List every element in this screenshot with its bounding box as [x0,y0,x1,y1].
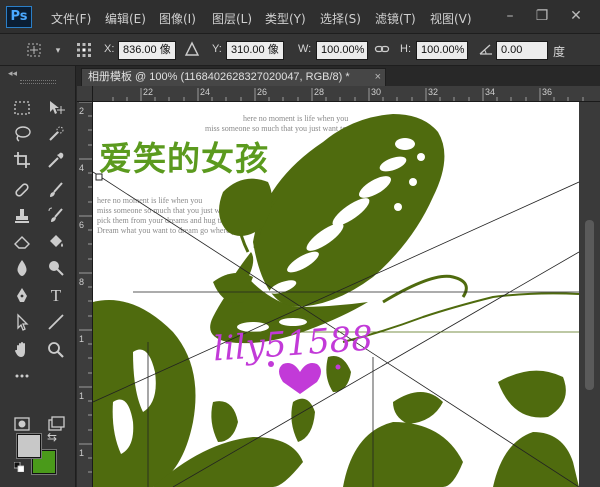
butterfly-artwork [93,114,579,487]
zoom-tool-icon[interactable] [44,338,68,362]
horizontal-ruler-ticks [112,88,584,101]
document-tab-bar: 相册模板 @ 100% (1168402628327020047, RGB/8)… [77,66,600,86]
paint-bucket-tool-icon[interactable] [44,230,68,254]
restore-button[interactable]: ❐ [532,6,552,26]
close-tab-icon[interactable]: × [375,69,381,85]
minimize-button[interactable]: – [500,6,520,26]
vertical-ruler-ticks [79,102,92,473]
clone-stamp-tool-icon[interactable] [10,204,34,228]
panel-grip[interactable] [20,80,56,84]
ruler-top-label: 36 [542,87,553,97]
preset-dropdown-icon[interactable]: ▾ [48,41,68,61]
document-canvas[interactable]: here no moment is life when you miss som… [93,102,579,487]
type-tool-icon[interactable]: T [44,284,68,308]
x-label: X: [104,43,115,55]
healing-brush-tool-icon[interactable] [10,178,34,202]
reference-point-icon[interactable] [74,41,94,61]
h-label: H: [400,43,411,55]
ruler-left-label: 2 [79,106,85,116]
menu-filter[interactable]: 滤镜(T) [375,10,416,27]
brush-tool-icon[interactable] [44,178,68,202]
quick-mask-icon[interactable] [10,412,34,436]
x-field[interactable]: 836.00 像 [118,41,176,60]
menu-select[interactable]: 选择(S) [320,10,361,27]
pen-tool-icon[interactable] [10,284,34,308]
ruler-left-label: 8 [79,277,85,287]
document-tab[interactable]: 相册模板 @ 100% (1168402628327020047, RGB/8)… [81,68,386,86]
menu-type[interactable]: 类型(Y) [265,10,306,27]
ruler-top-label: 32 [428,87,439,97]
ruler-top-label: 30 [371,87,382,97]
dodge-tool-icon[interactable] [44,256,68,280]
ruler-top-label: 34 [485,87,496,97]
default-colors-icon[interactable] [14,462,24,472]
menu-view[interactable]: 视图(V) [430,10,472,27]
hand-tool-icon[interactable] [10,338,34,362]
collapse-panel-icon[interactable]: ◂◂ [8,69,17,79]
lasso-tool-icon[interactable] [10,122,34,146]
options-bar: ▾ X: 836.00 像 Y: 310.00 像 W: 100.00% H: … [0,34,600,66]
rotate-field[interactable]: 0.00 [496,41,548,60]
menu-layer[interactable]: 图层(L) [212,10,252,27]
link-icon[interactable] [372,41,392,61]
y-label: Y: [212,43,222,55]
crop-tool-icon[interactable] [10,148,34,172]
rotate-angle-icon [476,41,496,61]
menu-edit[interactable]: 编辑(E) [105,10,146,27]
horizontal-ruler[interactable]: 22 24 26 28 30 32 34 36 [93,86,600,102]
vertical-scrollbar[interactable] [579,102,600,487]
ruler-top-label: 22 [143,87,154,97]
eyedropper-tool-icon[interactable] [44,148,68,172]
quick-selection-tool-icon[interactable] [44,122,68,146]
document-tab-title: 相册模板 @ 100% (1168402628327020047, RGB/8)… [88,71,350,83]
ruler-top-label: 26 [257,87,268,97]
w-label: W: [298,43,312,55]
move-tool-icon[interactable] [44,96,68,120]
menu-file[interactable]: 文件(F) [51,10,91,27]
ruler-top-label: 28 [314,87,325,97]
ruler-left-label: 1 [79,334,85,344]
close-button[interactable]: ✕ [566,6,586,26]
photoshop-logo: Ps [6,6,32,28]
ruler-top-label: 24 [200,87,211,97]
ruler-left-label: 1 [79,391,85,401]
tools-panel: ◂◂ T ⇆ [0,66,76,487]
ruler-corner[interactable] [77,86,93,102]
screen-mode-icon[interactable] [44,412,68,436]
ruler-left-label: 4 [79,163,85,173]
scrollbar-thumb[interactable] [585,220,594,390]
menu-bar: Ps 文件(F) 编辑(E) 图像(I) 图层(L) 类型(Y) 选择(S) 滤… [0,0,600,34]
ruler-left-label: 1 [79,448,85,458]
line-tool-icon[interactable] [44,310,68,334]
menu-image[interactable]: 图像(I) [159,10,196,27]
y-field[interactable]: 310.00 像 [226,41,284,60]
ruler-left-label: 6 [79,220,85,230]
transform-tool-preset-icon[interactable] [24,41,44,61]
vertical-ruler[interactable]: 2 4 6 8 1 1 1 [77,102,93,487]
more-tools-icon[interactable] [10,364,34,388]
canvas-area[interactable]: here no moment is life when you miss som… [93,102,600,487]
marquee-tool-icon[interactable] [10,96,34,120]
degree-unit-label: 度 [553,45,566,59]
width-field[interactable]: 100.00% [316,41,368,60]
relative-position-icon[interactable] [182,41,202,61]
height-field[interactable]: 100.00% [416,41,468,60]
foreground-color-swatch[interactable] [17,434,41,458]
path-selection-tool-icon[interactable] [10,310,34,334]
history-brush-tool-icon[interactable] [44,204,68,228]
eraser-tool-icon[interactable] [10,230,34,254]
blur-tool-icon[interactable] [10,256,34,280]
